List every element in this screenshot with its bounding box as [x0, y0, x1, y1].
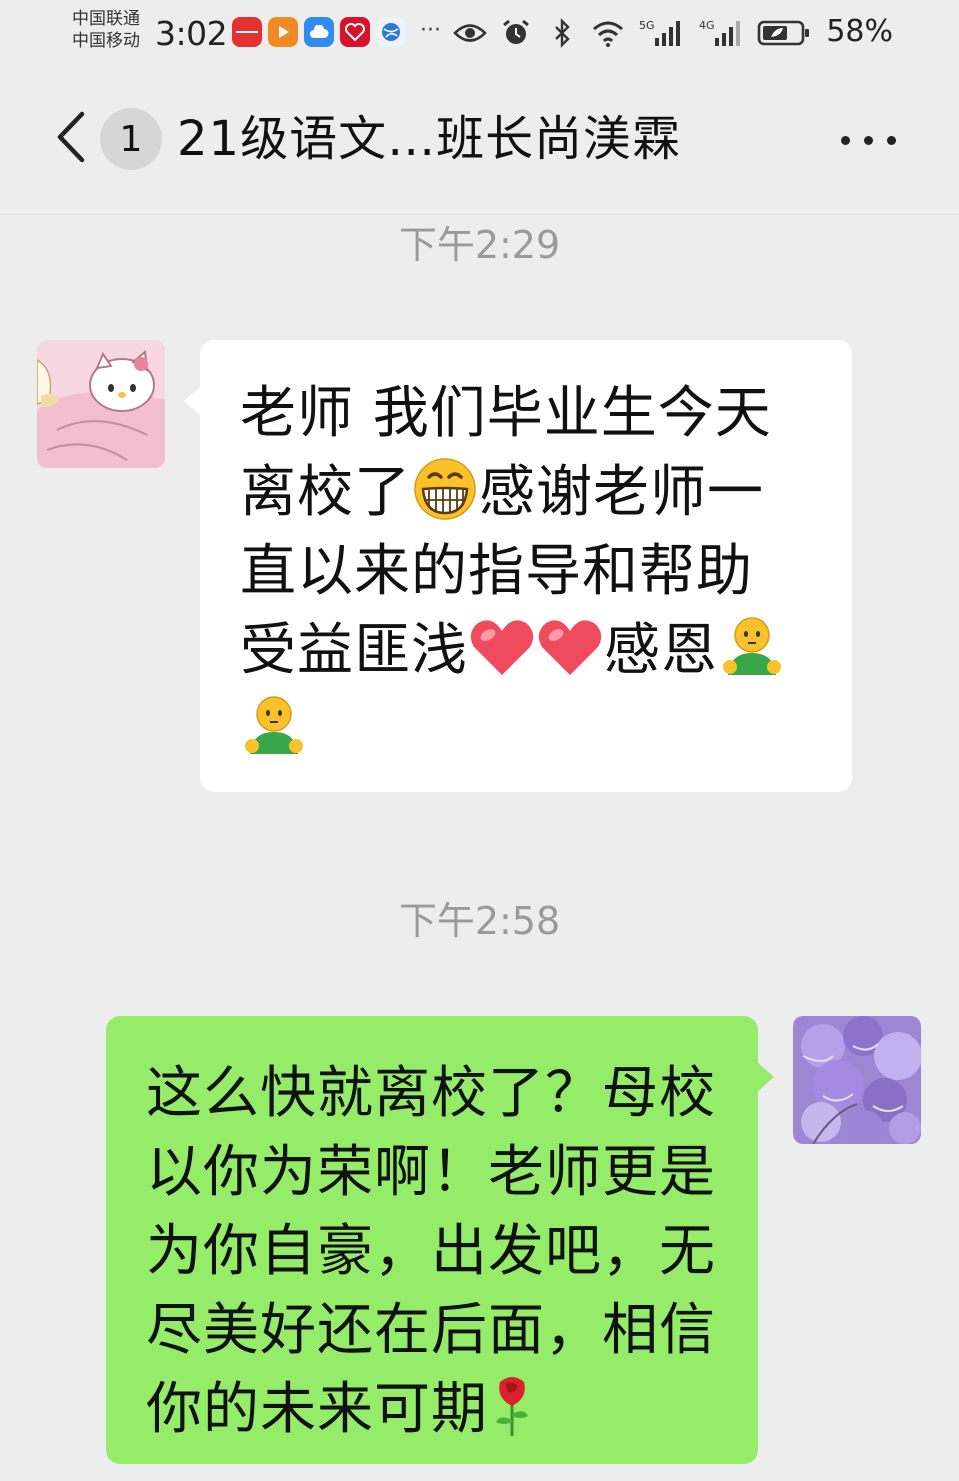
chat-title: 21级语文…班长尚渼霖: [177, 111, 682, 167]
bow-emoji-icon: [723, 617, 781, 675]
text-segment: 感谢老师一: [479, 460, 764, 525]
purple-flowers-avatar: [793, 1016, 921, 1144]
eye-icon: [453, 16, 487, 50]
text-segment: 感恩: [604, 618, 718, 683]
message-line: 老师 我们毕业生今天: [240, 381, 772, 446]
more-options-button[interactable]: [830, 112, 906, 168]
message-timestamp: 下午2:29: [398, 223, 561, 267]
status-bar: 中国联通 中国移动 3:02 ··· 5G 4G 58%: [0, 0, 959, 70]
video-app-icon: [268, 17, 298, 47]
message-line: 离校了 感谢老师一: [240, 453, 822, 532]
rose-emoji-icon: [496, 1377, 528, 1436]
message-line: 你的未来可期: [146, 1370, 728, 1449]
text-segment: 你的未来可期: [146, 1377, 488, 1442]
signal-5g-icon: 5G: [637, 16, 685, 50]
unread-count-badge[interactable]: 1: [100, 108, 162, 170]
message-line: 受益匪浅 感恩: [240, 611, 822, 690]
status-icons: 5G 4G: [453, 16, 811, 50]
carrier-1: 中国联通: [72, 9, 140, 29]
signal-5g-label: 5G: [639, 19, 655, 32]
chevron-left-icon: [57, 111, 85, 163]
wifi-icon: [591, 16, 625, 50]
message-text: 老师 我们毕业生今天 离校了 感谢老师一 直以来的指导和帮助 受益匪浅 感恩: [240, 374, 822, 769]
message-line: 为你自豪，出发吧，无: [146, 1219, 716, 1284]
message-line: 直以来的指导和帮助: [240, 539, 753, 604]
message-line: [240, 690, 822, 769]
carrier-labels: 中国联通 中国移动: [72, 8, 140, 52]
hello-kitty-avatar: [37, 340, 165, 468]
carrier-2: 中国移动: [72, 31, 140, 51]
bow-emoji-icon: [245, 696, 303, 754]
message-line: 这么快就离校了？母校: [146, 1061, 716, 1126]
message-timestamp: 下午2:58: [398, 899, 561, 943]
browser-icon: [376, 17, 406, 47]
battery-percentage: 58%: [826, 14, 893, 49]
battery-icon: [757, 16, 811, 50]
chat-header: 1 21级语文…班长尚渼霖: [0, 94, 959, 190]
text-segment: 离校了: [240, 460, 411, 525]
signal-4g-label: 4G: [699, 19, 715, 32]
message-text: 这么快就离校了？母校 以你为荣啊！老师更是 为你自豪，出发吧，无 尽美好还在后面…: [146, 1054, 728, 1449]
text-segment: 受益匪浅: [240, 618, 468, 683]
more-notifications-indicator: ···: [420, 18, 441, 43]
more-dots-icon: [840, 135, 850, 145]
bluetooth-icon: [545, 16, 579, 50]
message-bubble-sent[interactable]: 这么快就离校了？母校 以你为荣啊！老师更是 为你自豪，出发吧，无 尽美好还在后面…: [106, 1016, 774, 1464]
heart-emoji-icon: [470, 620, 534, 675]
notification-app-icons: [232, 17, 406, 47]
message-bubble-received[interactable]: 老师 我们毕业生今天 离校了 感谢老师一 直以来的指导和帮助 受益匪浅 感恩: [184, 340, 852, 792]
signal-4g-icon: 4G: [697, 16, 745, 50]
heart-app-icon: [340, 17, 370, 47]
status-time: 3:02: [155, 14, 228, 53]
message-line: 以你为荣啊！老师更是: [146, 1140, 716, 1205]
sender-avatar[interactable]: [37, 340, 165, 468]
cloud-app-icon: [304, 17, 334, 47]
heart-emoji-icon: [538, 620, 602, 675]
huawei-icon: [232, 17, 262, 47]
alarm-icon: [499, 16, 533, 50]
my-avatar[interactable]: [793, 1016, 921, 1144]
grin-emoji-icon: [414, 458, 476, 520]
back-button[interactable]: [46, 110, 96, 164]
message-line: 尽美好还在后面，相信: [146, 1298, 716, 1363]
